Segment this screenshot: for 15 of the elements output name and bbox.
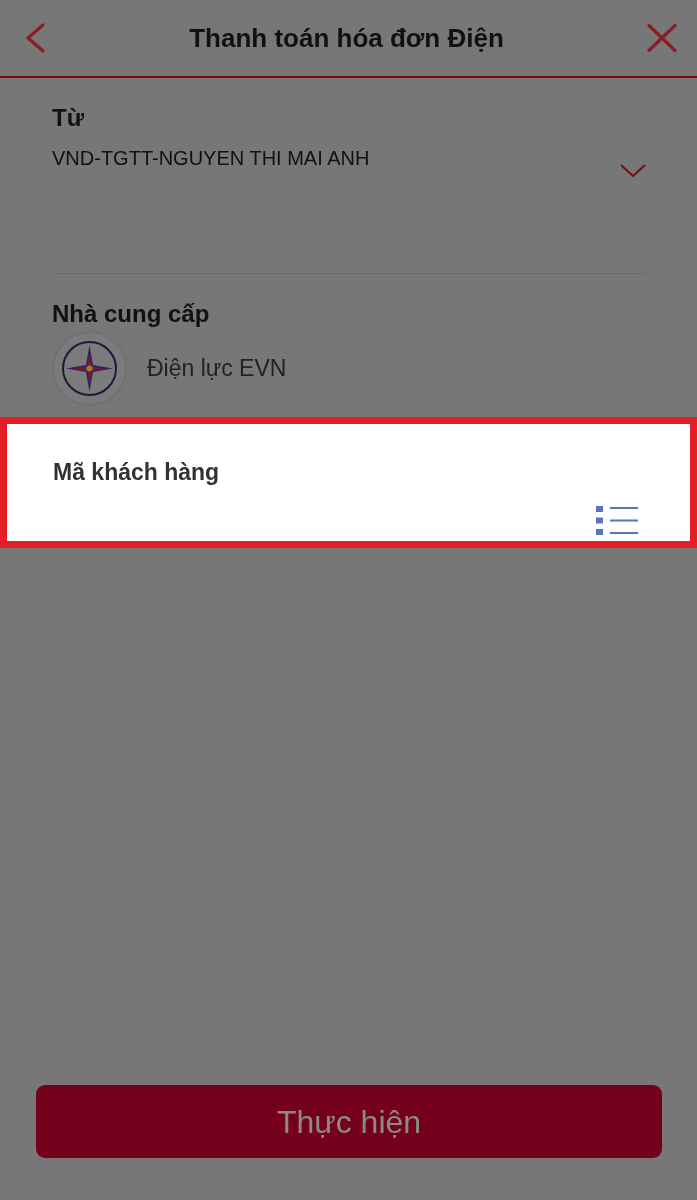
account-value: VND-TGTT-NGUYEN THI MAI ANH [52, 146, 370, 170]
close-button[interactable] [647, 24, 677, 52]
back-button[interactable] [24, 23, 46, 53]
submit-button[interactable]: Thực hiện [36, 1085, 662, 1158]
close-icon [647, 24, 677, 52]
field-label: Từ [52, 104, 86, 132]
account-selector[interactable]: Từ VND-TGTT-NGUYEN THI MAI ANH [52, 78, 645, 274]
field-label: Nhà cung cấp [52, 300, 211, 328]
customer-code-field[interactable]: Mã khách hàng [0, 417, 697, 548]
provider-name: Điện lực EVN [147, 354, 287, 384]
screen-title: Thanh toán hóa đơn Điện [189, 21, 504, 55]
back-icon [24, 23, 46, 53]
chevron-down-icon[interactable] [620, 164, 646, 178]
list-icon[interactable] [596, 506, 638, 535]
field-label: Mã khách hàng [53, 458, 221, 486]
